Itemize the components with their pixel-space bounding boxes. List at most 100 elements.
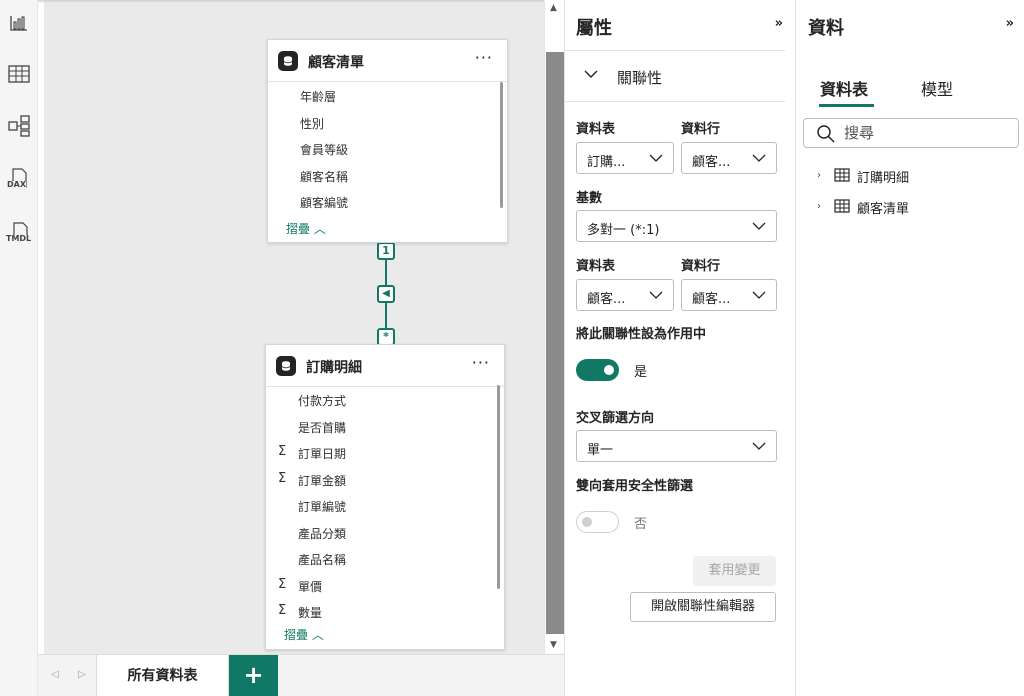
field-item[interactable]: 訂單日期 xyxy=(298,445,346,462)
search-icon xyxy=(817,125,835,143)
chevron-down-icon xyxy=(752,442,766,450)
field-item[interactable]: 付款方式 xyxy=(298,392,346,409)
field-list-scrollbar[interactable] xyxy=(500,82,503,208)
database-icon xyxy=(276,356,296,376)
sigma-icon: Σ xyxy=(278,577,287,592)
collapse-pane-icon[interactable]: » xyxy=(775,16,783,31)
chevron-down-icon xyxy=(752,222,766,230)
field-item[interactable]: 訂單編號 xyxy=(298,498,346,515)
to-table-dropdown[interactable]: 顧客... xyxy=(576,279,674,311)
from-table-dropdown[interactable]: 訂購... xyxy=(576,142,674,174)
dropdown-value: 多對一 (*:1) xyxy=(587,223,660,238)
active-tab-underline xyxy=(819,104,874,107)
tab-next-icon[interactable]: ▷ xyxy=(78,669,86,680)
scroll-down-arrow[interactable]: ▼ xyxy=(550,640,557,650)
cardinality-dropdown[interactable]: 多對一 (*:1) xyxy=(576,210,777,242)
collapse-pane-icon[interactable]: » xyxy=(1006,16,1014,31)
scroll-up-arrow[interactable]: ▲ xyxy=(550,3,557,13)
to-table-label: 資料表 xyxy=(576,259,616,274)
apply-changes-button[interactable]: 套用變更 xyxy=(693,556,776,586)
field-item[interactable]: 會員等級 xyxy=(300,141,348,158)
cardinality-label: 基數 xyxy=(576,191,603,206)
from-column-label: 資料行 xyxy=(681,122,721,137)
crossfilter-label: 交叉篩選方向 xyxy=(576,411,655,426)
chevron-down-icon xyxy=(649,291,663,299)
table-title: 顧客清單 xyxy=(308,55,364,71)
security-filter-label: 雙向套用安全性篩選 xyxy=(576,479,694,494)
active-label: 將此關聯性設為作用中 xyxy=(576,327,707,342)
scroll-thumb[interactable] xyxy=(546,52,564,634)
field-item[interactable]: 是否首購 xyxy=(298,419,346,436)
collapse-link[interactable]: 摺疊 ︿ xyxy=(284,626,324,643)
more-options-icon[interactable]: ··· xyxy=(472,353,490,372)
security-toggle-value: 否 xyxy=(634,517,648,532)
chevron-down-icon xyxy=(584,70,598,78)
field-item[interactable]: 顧客名稱 xyxy=(300,168,348,185)
from-table-label: 資料表 xyxy=(576,122,616,137)
data-pane-title: 資料 xyxy=(808,18,844,39)
field-item[interactable]: 年齡層 xyxy=(300,88,336,105)
table-title: 訂購明細 xyxy=(306,360,362,376)
dropdown-value: 單一 xyxy=(587,443,614,458)
relationship-one-badge: 1 xyxy=(377,242,395,260)
more-options-icon[interactable]: ··· xyxy=(475,48,493,67)
search-input[interactable] xyxy=(844,123,1004,143)
field-item[interactable]: 訂單金額 xyxy=(298,472,346,489)
table-icon xyxy=(834,199,850,213)
chevron-down-icon xyxy=(752,291,766,299)
field-item[interactable]: 產品分類 xyxy=(298,525,346,542)
table-card-header[interactable]: 顧客清單 ··· xyxy=(268,40,507,82)
database-icon xyxy=(278,51,298,71)
field-item[interactable]: 數量 xyxy=(298,604,322,621)
sigma-icon: Σ xyxy=(278,444,287,459)
tab-prev-icon[interactable]: ◁ xyxy=(51,669,59,680)
add-layout-button[interactable]: + xyxy=(229,655,278,696)
tmdl-view-icon[interactable]: TMDL xyxy=(6,220,32,246)
chevron-right-icon[interactable]: › xyxy=(817,170,821,181)
tree-item-label: 訂購明細 xyxy=(857,171,910,186)
collapse-link[interactable]: 摺疊 ︿ xyxy=(286,220,326,237)
tree-item-label: 顧客清單 xyxy=(857,202,910,217)
table-card-customers[interactable]: 顧客清單 ··· 年齡層 性別 會員等級 顧客名稱 顧客編號 摺疊 ︿ xyxy=(267,39,508,243)
to-column-label: 資料行 xyxy=(681,259,721,274)
search-box[interactable] xyxy=(803,118,1019,148)
field-item[interactable]: 產品名稱 xyxy=(298,551,346,568)
active-toggle[interactable] xyxy=(576,359,619,381)
report-view-icon[interactable] xyxy=(6,10,32,36)
dax-query-icon[interactable]: DAX xyxy=(6,166,32,192)
dropdown-value: 顧客... xyxy=(587,292,626,307)
open-relationship-editor-button[interactable]: 開啟關聯性編輯器 xyxy=(630,592,776,622)
field-list-scrollbar[interactable] xyxy=(497,385,500,589)
sigma-icon: Σ xyxy=(278,471,287,486)
chevron-right-icon[interactable]: › xyxy=(817,201,821,212)
tab-data-tables[interactable]: 資料表 xyxy=(820,76,868,100)
active-toggle-value: 是 xyxy=(634,365,648,380)
data-pane: 資料 » 資料表 模型 › 訂購明細 › 顧客清單 xyxy=(797,0,1024,696)
dropdown-value: 顧客... xyxy=(692,155,731,170)
relationship-direction-arrow[interactable]: ◀ xyxy=(377,285,395,303)
table-card-header[interactable]: 訂購明細 ··· xyxy=(266,345,504,387)
tab-all-tables[interactable]: 所有資料表 xyxy=(96,655,229,696)
model-view-icon[interactable] xyxy=(6,113,32,139)
table-card-orders[interactable]: 訂購明細 ··· 付款方式是否首購 Σ 訂單日期 Σ 訂單金額訂單編號產品分類產品名稱 Σ… xyxy=(265,344,505,650)
field-item[interactable]: 顧客編號 xyxy=(300,194,348,211)
tab-model[interactable]: 模型 xyxy=(921,76,953,100)
relationship-section-header[interactable]: 關聯性 xyxy=(565,50,785,102)
dropdown-value: 訂購... xyxy=(587,155,626,170)
view-rail: DAX TMDL xyxy=(0,0,38,696)
table-view-icon[interactable] xyxy=(6,61,32,87)
tmdl-label: TMDL xyxy=(6,234,32,243)
canvas-vertical-scrollbar[interactable]: ▲ ▼ xyxy=(544,0,564,654)
security-filter-toggle[interactable] xyxy=(576,511,619,533)
chevron-down-icon xyxy=(752,154,766,162)
section-title: 關聯性 xyxy=(617,69,663,87)
from-column-dropdown[interactable]: 顧客... xyxy=(681,142,777,174)
to-column-dropdown[interactable]: 顧客... xyxy=(681,279,777,311)
properties-title: 屬性 xyxy=(576,18,612,39)
layout-tab-bar: ◁ ▷ 所有資料表 + xyxy=(38,654,564,696)
crossfilter-dropdown[interactable]: 單一 xyxy=(576,430,777,462)
field-item[interactable]: 單價 xyxy=(298,578,322,595)
table-icon xyxy=(834,168,850,182)
field-item[interactable]: 性別 xyxy=(300,115,324,132)
dax-label: DAX xyxy=(7,180,26,189)
